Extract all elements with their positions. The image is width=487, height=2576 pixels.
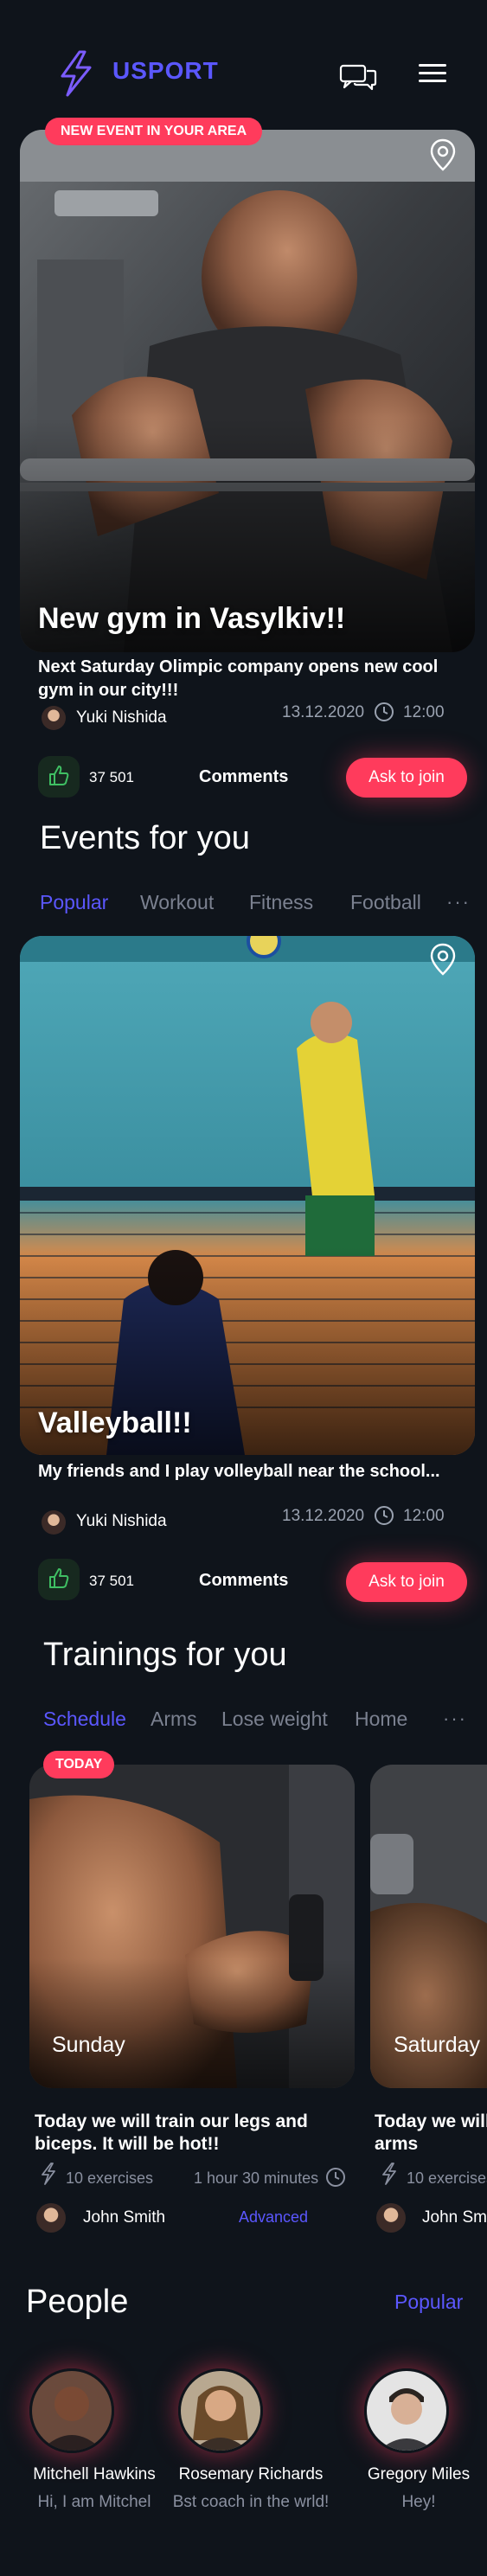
tab-football[interactable]: Football [350, 891, 421, 914]
clock-icon [325, 2167, 346, 2188]
tab-arms[interactable]: Arms [151, 1708, 197, 1731]
tab-popular[interactable]: Popular [40, 891, 108, 914]
coach-name[interactable]: John Smith [83, 2208, 165, 2227]
tab-lose-weight[interactable]: Lose weight [221, 1708, 328, 1731]
comments-button[interactable]: Comments [199, 1571, 288, 1591]
event-date: 13.12.2020 [282, 1507, 365, 1525]
location-pin-icon[interactable] [430, 138, 456, 171]
location-pin-icon[interactable] [430, 943, 456, 976]
like-button[interactable] [38, 756, 80, 798]
today-badge: TODAY [43, 1751, 115, 1778]
clock-icon [374, 1505, 394, 1526]
event-time: 12:00 [403, 1507, 445, 1525]
training-description: Today we will arms [375, 2111, 487, 2154]
person-status: Bst coach in the wrld! [172, 2493, 330, 2511]
event-title: Valleyball!! [38, 1407, 192, 1439]
training-day: Sunday [52, 2033, 125, 2057]
avatar[interactable] [376, 2203, 406, 2233]
tab-schedule[interactable]: Schedule [43, 1708, 126, 1731]
person-avatar[interactable] [178, 2368, 263, 2453]
ask-to-join-button[interactable]: Ask to join [346, 1562, 467, 1602]
event-title: New gym in Vasylkiv!! [38, 602, 346, 635]
training-duration: 1 hour 30 minutes [194, 2169, 319, 2187]
likes-count: 37 501 [89, 1573, 134, 1589]
bolt-icon [381, 2163, 398, 2189]
event-author[interactable]: Yuki Nishida [76, 1512, 167, 1531]
bolt-icon [40, 2163, 57, 2189]
comments-button[interactable]: Comments [199, 767, 288, 787]
tab-home[interactable]: Home [355, 1708, 407, 1731]
more-tabs-icon[interactable]: ··· [443, 1708, 467, 1730]
coach-name[interactable]: John Smi [422, 2208, 487, 2227]
person-name[interactable]: Mitchell Hawkins [17, 2465, 171, 2484]
tab-workout[interactable]: Workout [140, 891, 214, 914]
event-time: 12:00 [403, 703, 445, 721]
training-exercises: 10 exercises [407, 2169, 487, 2187]
menu-icon[interactable] [419, 62, 446, 85]
events-section-title: Events for you [40, 820, 250, 856]
person-status: Hi, I am Mitchel [37, 2493, 151, 2511]
training-description: Today we will train our legs and biceps.… [35, 2111, 308, 2154]
avatar[interactable] [42, 1510, 66, 1535]
event-description: Next Saturday Olimpic company opens new … [38, 657, 439, 700]
logo-text: USPORT [112, 57, 219, 84]
avatar[interactable] [42, 706, 66, 730]
chat-icon[interactable] [339, 62, 377, 92]
people-filter-popular[interactable]: Popular [394, 2291, 463, 2314]
event-image[interactable] [20, 936, 475, 1455]
trainings-section-title: Trainings for you [43, 1637, 287, 1673]
logo-bolt-icon [55, 50, 95, 97]
clock-icon [374, 702, 394, 722]
people-section-title: People [26, 2284, 129, 2320]
event-description: My friends and I play volleyball near th… [38, 1462, 440, 1481]
training-day: Saturday [394, 2033, 481, 2057]
thumbs-up-icon [48, 764, 70, 791]
person-name[interactable]: Gregory Miles [355, 2465, 483, 2484]
featured-event-image[interactable] [20, 130, 475, 652]
likes-count: 37 501 [89, 769, 134, 785]
new-event-badge: NEW EVENT IN YOUR AREA [45, 118, 263, 145]
person-avatar[interactable] [364, 2368, 449, 2453]
person-avatar[interactable] [29, 2368, 114, 2453]
thumbs-up-icon [48, 1567, 70, 1593]
like-button[interactable] [38, 1559, 80, 1600]
training-level: Advanced [239, 2208, 309, 2226]
avatar[interactable] [36, 2203, 66, 2233]
ask-to-join-button[interactable]: Ask to join [346, 758, 467, 798]
person-name[interactable]: Rosemary Richards [164, 2465, 337, 2484]
training-exercises: 10 exercises [66, 2169, 154, 2187]
event-date: 13.12.2020 [282, 703, 365, 721]
person-status: Hey! [401, 2493, 436, 2511]
tab-fitness[interactable]: Fitness [249, 891, 313, 914]
more-tabs-icon[interactable]: ··· [446, 891, 471, 913]
event-author[interactable]: Yuki Nishida [76, 708, 167, 727]
